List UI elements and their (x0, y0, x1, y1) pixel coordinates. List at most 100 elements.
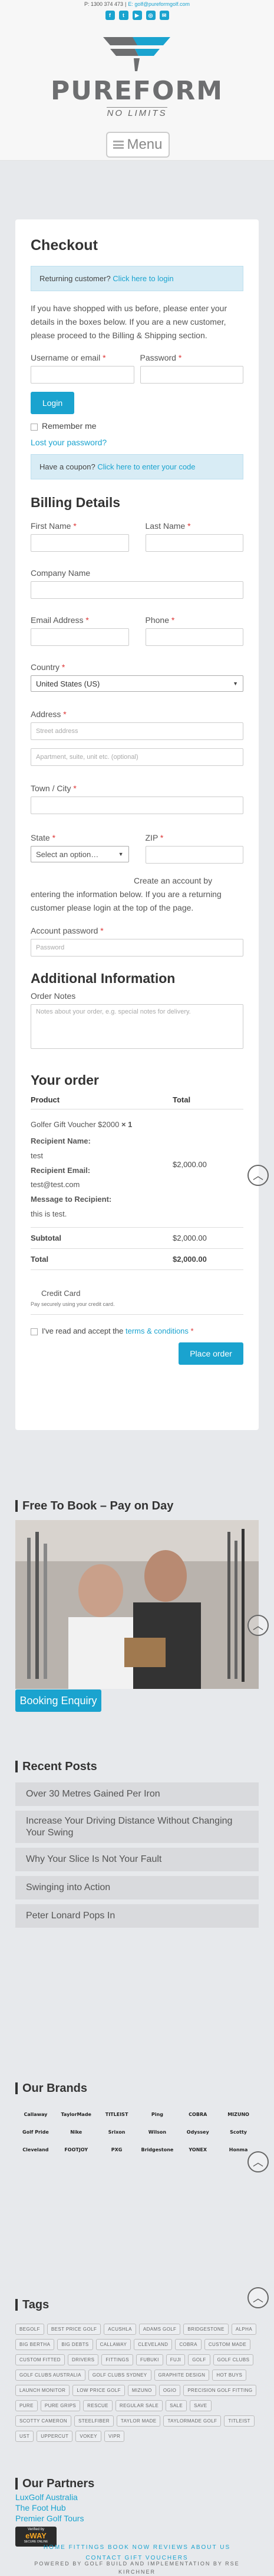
username-field[interactable] (31, 366, 134, 384)
scroll-up-icon[interactable]: ︿ (247, 1615, 269, 1636)
tag-link[interactable]: ACUSHLA (104, 2324, 136, 2335)
tag-link[interactable]: FUBUKI (136, 2354, 163, 2365)
tag-link[interactable]: PURE GRIPS (40, 2400, 81, 2411)
recent-post-link[interactable]: Peter Lonard Pops In (15, 1904, 259, 1928)
zip-field[interactable] (145, 846, 243, 864)
payment-method[interactable]: Credit Card (31, 1289, 243, 1298)
brand-logo[interactable]: TaylorMade (56, 2109, 97, 2120)
tag-link[interactable]: SALE (166, 2400, 187, 2411)
place-order-button[interactable]: Place order (179, 1342, 243, 1365)
brand-logo[interactable]: Srixon (97, 2127, 137, 2137)
brand-logo[interactable]: PXG (97, 2144, 137, 2155)
tag-link[interactable]: VOKEY (75, 2431, 101, 2442)
lost-password-link[interactable]: Lost your password? (31, 438, 107, 447)
brand-logo[interactable]: TITLEIST (97, 2109, 137, 2120)
scroll-up-icon[interactable]: ︿ (247, 2287, 269, 2308)
tag-link[interactable]: SCOTTY CAMERON (15, 2415, 72, 2427)
last-name-field[interactable] (145, 534, 243, 552)
tag-link[interactable]: MIZUNO (127, 2385, 156, 2396)
tag-link[interactable]: FITTINGS (101, 2354, 133, 2365)
facebook-icon[interactable]: f (105, 11, 115, 20)
remember-me-checkbox[interactable] (31, 423, 38, 431)
tag-link[interactable]: OGIO (159, 2385, 181, 2396)
recent-post-link[interactable]: Swinging into Action (15, 1876, 259, 1899)
tag-link[interactable]: HOT BUYS (212, 2370, 247, 2381)
partner-link-1[interactable]: The Foot Hub (15, 2503, 66, 2512)
brand-logo[interactable]: Bridgestone (137, 2144, 178, 2155)
password-field[interactable] (140, 366, 243, 384)
partner-link-0[interactable]: LuxGolf Australia (15, 2492, 78, 2502)
brand-logo[interactable]: MIZUNO (218, 2109, 259, 2120)
tag-link[interactable]: BEGOLF (15, 2324, 44, 2335)
recent-post-link[interactable]: Why Your Slice Is Not Your Fault (15, 1848, 259, 1871)
menu-button[interactable]: Menu (106, 132, 170, 158)
tag-link[interactable]: FUJI (166, 2354, 186, 2365)
tag-link[interactable]: REGULAR SALE (115, 2400, 163, 2411)
state-select[interactable]: Select an option… ▼ (31, 846, 129, 863)
email-field[interactable] (31, 628, 129, 647)
account-password-field[interactable]: Password (31, 938, 243, 957)
twitter-icon[interactable]: t (118, 11, 128, 20)
tag-link[interactable]: DRIVERS (67, 2354, 99, 2365)
tag-link[interactable]: GOLF (188, 2354, 210, 2365)
brand-logo[interactable]: Cleveland (15, 2144, 56, 2155)
tag-link[interactable]: ALPHA (231, 2324, 257, 2335)
first-name-field[interactable] (31, 534, 129, 552)
tag-link[interactable]: CUSTOM MADE (204, 2339, 251, 2350)
tag-link[interactable]: BIG DEBTS (57, 2339, 93, 2350)
company-field[interactable] (31, 581, 243, 599)
tag-link[interactable]: STEELFIBER (74, 2415, 114, 2427)
brand-logo[interactable]: YONEX (177, 2144, 218, 2155)
phone-field[interactable] (145, 628, 243, 647)
booking-enquiry-button[interactable]: Booking Enquiry (15, 1689, 101, 1712)
tag-link[interactable]: CLEVELAND (134, 2339, 173, 2350)
brand-logo[interactable]: Golf Pride (15, 2127, 56, 2137)
terms-link[interactable]: terms & conditions (126, 1327, 189, 1335)
tag-link[interactable]: LAUNCH MONITOR (15, 2385, 70, 2396)
tag-link[interactable]: COBRA (175, 2339, 202, 2350)
tag-link[interactable]: GOLF CLUBS SYDNEY (88, 2370, 151, 2381)
tag-link[interactable]: VIPR (104, 2431, 125, 2442)
apartment-field[interactable]: Apartment, suite, unit etc. (optional) (31, 748, 243, 767)
brand-logo[interactable]: FOOTJOY (56, 2144, 97, 2155)
tag-link[interactable]: CUSTOM FITTED (15, 2354, 65, 2365)
brand-logo[interactable]: Ping (137, 2109, 178, 2120)
country-select[interactable]: United States (US) ▼ (31, 675, 243, 692)
recent-post-link[interactable]: Over 30 Metres Gained Per Iron (15, 1782, 259, 1806)
tag-link[interactable]: GOLF CLUBS (213, 2354, 254, 2365)
scroll-up-icon[interactable]: ︿ (247, 1165, 269, 1186)
tag-link[interactable]: LOW PRICE GOLF (72, 2385, 125, 2396)
tag-link[interactable]: ADAMS GOLF (138, 2324, 181, 2335)
tag-link[interactable]: CALLAWAY (95, 2339, 131, 2350)
tag-link[interactable]: PURE (15, 2400, 38, 2411)
partner-link-2[interactable]: Premier Golf Tours (15, 2514, 84, 2523)
instagram-icon[interactable]: ◎ (146, 11, 156, 20)
tag-link[interactable]: TITLEIST (224, 2415, 255, 2427)
email-icon[interactable]: ✉ (159, 11, 169, 20)
brand-logo[interactable]: Scotty (218, 2127, 259, 2137)
street-address-field[interactable]: Street address (31, 722, 243, 741)
town-field[interactable] (31, 797, 243, 815)
order-notes-field[interactable]: Notes about your order, e.g. special not… (31, 1004, 243, 1049)
tag-link[interactable]: UST (15, 2431, 34, 2442)
login-toggle-link[interactable]: Click here to login (113, 274, 173, 283)
brand-logo[interactable]: Callaway (15, 2109, 56, 2120)
tag-link[interactable]: UPPERCUT (37, 2431, 73, 2442)
tag-link[interactable]: PRECISION GOLF FITTING (183, 2385, 257, 2396)
scroll-up-icon[interactable]: ︿ (247, 2151, 269, 2172)
tag-link[interactable]: RESCUE (83, 2400, 113, 2411)
pureform-logo-icon[interactable] (98, 32, 175, 74)
brand-logo[interactable]: Odyssey (177, 2127, 218, 2137)
tag-link[interactable]: BEST PRICE GOLF (47, 2324, 101, 2335)
youtube-icon[interactable]: ▶ (132, 11, 142, 20)
tag-link[interactable]: TAYLOR MADE (116, 2415, 161, 2427)
brand-logo[interactable]: COBRA (177, 2109, 218, 2120)
tag-link[interactable]: GOLF CLUBS AUSTRALIA (15, 2370, 85, 2381)
terms-checkbox[interactable] (31, 1328, 38, 1335)
recent-post-link[interactable]: Increase Your Driving Distance Without C… (15, 1811, 259, 1843)
brand-logo[interactable]: Nike (56, 2127, 97, 2137)
login-button[interactable]: Login (31, 392, 74, 415)
tag-link[interactable]: BRIDGESTONE (183, 2324, 229, 2335)
tag-link[interactable]: GRAPHITE DESIGN (154, 2370, 210, 2381)
coupon-toggle-link[interactable]: Click here to enter your code (97, 462, 195, 471)
